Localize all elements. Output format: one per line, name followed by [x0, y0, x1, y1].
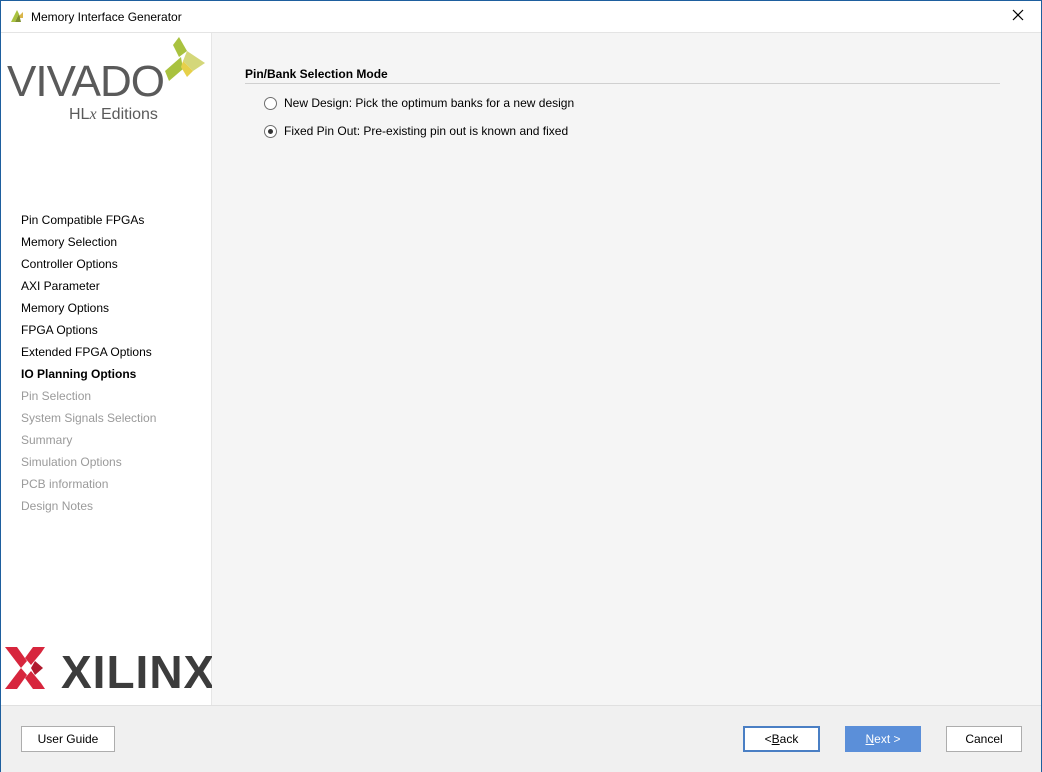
- option-new-design[interactable]: New Design: Pick the optimum banks for a…: [264, 94, 574, 112]
- radio-new-design[interactable]: [264, 96, 277, 110]
- wizard-steps-list: Pin Compatible FPGAs Memory Selection Co…: [21, 213, 156, 521]
- close-button[interactable]: [995, 1, 1041, 32]
- footer-bar: User Guide < Back Next > Cancel: [1, 705, 1041, 772]
- xilinx-wordmark: XILINX®: [61, 646, 223, 698]
- xilinx-logo: XILINX®: [5, 645, 223, 695]
- close-icon: [1012, 9, 1024, 24]
- vivado-leaf-icon: [165, 37, 205, 81]
- mig-dialog-window: Memory Interface Generator VIVADO HLx Ed…: [0, 0, 1042, 772]
- cancel-button[interactable]: Cancel: [946, 726, 1022, 752]
- hlx-editions-text: HLx Editions: [69, 106, 158, 123]
- window-title: Memory Interface Generator: [31, 10, 182, 24]
- step-simulation-options: Simulation Options: [21, 455, 122, 469]
- main-panel: Pin/Bank Selection Mode New Design: Pick…: [212, 33, 1041, 705]
- step-design-notes: Design Notes: [21, 499, 94, 513]
- vivado-wordmark: VIVADO: [7, 57, 165, 106]
- step-extended-fpga-options[interactable]: Extended FPGA Options: [21, 345, 156, 367]
- user-guide-button[interactable]: User Guide: [21, 726, 115, 752]
- next-button[interactable]: Next >: [845, 726, 921, 752]
- option-fixed-pin-out-label: Fixed Pin Out: Pre-existing pin out is k…: [284, 124, 569, 138]
- xilinx-x-icon: [5, 647, 45, 689]
- radio-fixed-pin-out[interactable]: [264, 124, 277, 138]
- step-axi-parameter[interactable]: AXI Parameter: [21, 279, 156, 301]
- option-fixed-pin-out[interactable]: Fixed Pin Out: Pre-existing pin out is k…: [264, 122, 568, 140]
- step-pin-compatible-fpgas[interactable]: Pin Compatible FPGAs: [21, 213, 156, 235]
- step-controller-options[interactable]: Controller Options: [21, 257, 156, 279]
- step-memory-options[interactable]: Memory Options: [21, 301, 156, 323]
- section-title: Pin/Bank Selection Mode: [245, 67, 388, 81]
- vivado-app-icon: [9, 8, 25, 24]
- step-pin-selection: Pin Selection: [21, 389, 92, 403]
- title-bar: Memory Interface Generator: [1, 1, 1041, 33]
- section-divider: [245, 83, 1000, 84]
- sidebar: VIVADO HLx Editions Pin Compatible FPGAs…: [1, 33, 223, 705]
- step-summary: Summary: [21, 433, 73, 447]
- option-new-design-label: New Design: Pick the optimum banks for a…: [284, 96, 575, 110]
- step-memory-selection[interactable]: Memory Selection: [21, 235, 156, 257]
- step-fpga-options[interactable]: FPGA Options: [21, 323, 156, 345]
- back-button[interactable]: < Back: [743, 726, 820, 752]
- step-pcb-information: PCB information: [21, 477, 109, 491]
- vivado-logo: VIVADO HLx Editions: [5, 37, 211, 123]
- step-io-planning-options[interactable]: IO Planning Options: [21, 367, 156, 389]
- step-system-signals-selection: System Signals Selection: [21, 411, 157, 425]
